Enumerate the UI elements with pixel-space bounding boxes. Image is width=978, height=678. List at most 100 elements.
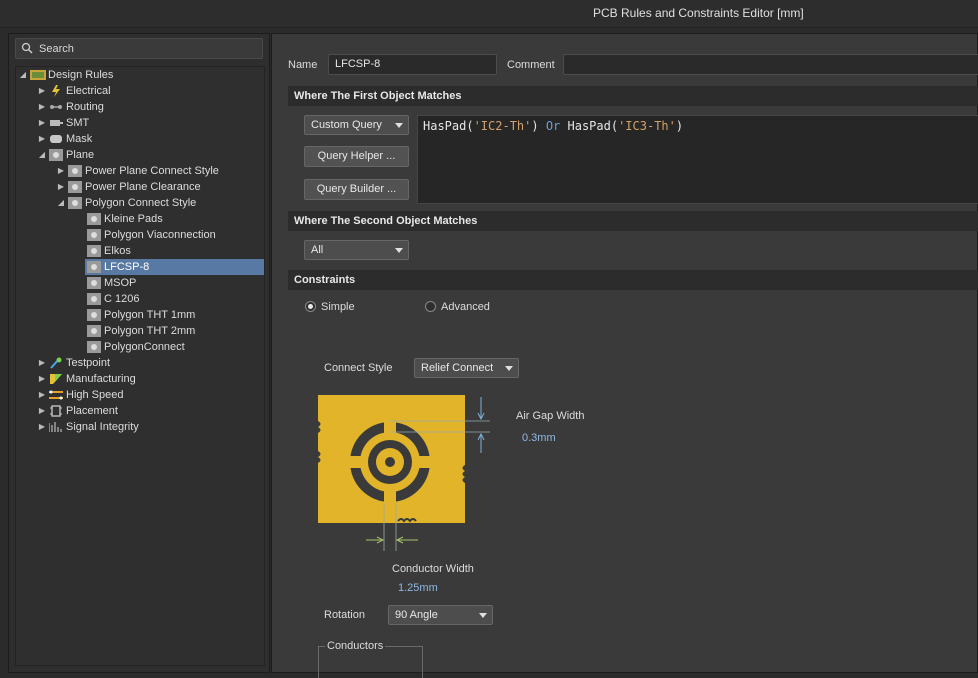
first-match-dropdown[interactable]: Custom Query xyxy=(304,115,409,135)
collapse-arrow-icon[interactable]: ◢ xyxy=(56,195,66,211)
connect-style-dropdown[interactable]: Relief Connect xyxy=(414,358,519,378)
tree-item-smt[interactable]: ▶ SMT xyxy=(16,115,264,131)
second-match-dropdown[interactable]: All xyxy=(304,240,409,260)
thermal-relief-diagram xyxy=(318,393,490,551)
conductor-width-label: Conductor Width xyxy=(392,563,474,575)
collapse-arrow-icon[interactable]: ◢ xyxy=(37,147,47,163)
tree-item-routing[interactable]: ▶ Routing xyxy=(16,99,264,115)
dropdown-value: 90 Angle xyxy=(395,609,438,621)
tree-item-rule[interactable]: Polygon THT 2mm xyxy=(16,323,264,339)
smt-icon xyxy=(50,120,63,126)
tree-label: Elkos xyxy=(104,245,131,257)
tree-label: Electrical xyxy=(66,85,111,97)
tree-item-manufacturing[interactable]: ▶ Manufacturing xyxy=(16,371,264,387)
tree-item-rule[interactable]: Polygon Viaconnection xyxy=(16,227,264,243)
tree-label: Manufacturing xyxy=(66,373,136,385)
name-field[interactable]: LFCSP-8 xyxy=(328,54,497,75)
tree-item-testpoint[interactable]: ▶ Testpoint xyxy=(16,355,264,371)
window-title: PCB Rules and Constraints Editor [mm] xyxy=(593,6,804,20)
dropdown-value: Custom Query xyxy=(311,119,382,131)
tree-item-polygon-connect-style[interactable]: ◢ Polygon Connect Style xyxy=(16,195,264,211)
expand-arrow-icon[interactable]: ▶ xyxy=(37,419,47,435)
expand-arrow-icon[interactable]: ▶ xyxy=(56,163,66,179)
expand-arrow-icon[interactable]: ▶ xyxy=(37,387,47,403)
tree-label: Power Plane Connect Style xyxy=(85,165,219,177)
expand-arrow-icon[interactable]: ▶ xyxy=(56,179,66,195)
rotation-dropdown[interactable]: 90 Angle xyxy=(388,605,493,625)
high-speed-icon xyxy=(49,390,63,400)
tree-label: SMT xyxy=(66,117,90,129)
air-gap-label: Air Gap Width xyxy=(516,410,585,422)
tree-item-rule[interactable]: Kleine Pads xyxy=(16,211,264,227)
rule-icon xyxy=(87,245,101,257)
tree-label: Placement xyxy=(66,405,118,417)
chevron-down-icon xyxy=(505,366,513,371)
tree-label: Routing xyxy=(66,101,104,113)
search-placeholder: Search xyxy=(39,43,74,55)
tree-item-power-plane-clearance[interactable]: ▶ Power Plane Clearance xyxy=(16,179,264,195)
tree-item-design-rules[interactable]: ◢ Design Rules xyxy=(16,67,264,83)
tree-label: LFCSP-8 xyxy=(104,261,150,273)
tree-item-rule[interactable]: Elkos xyxy=(16,243,264,259)
expand-arrow-icon[interactable]: ▶ xyxy=(37,371,47,387)
simple-radio[interactable] xyxy=(305,301,316,312)
name-label: Name xyxy=(288,59,318,71)
comment-label: Comment xyxy=(507,59,555,71)
conductors-label: Conductors xyxy=(325,640,386,652)
expand-arrow-icon[interactable]: ▶ xyxy=(37,83,47,99)
testpoint-icon xyxy=(50,357,62,369)
design-rules-icon xyxy=(30,70,46,80)
electrical-icon xyxy=(52,85,60,97)
second-object-header: Where The Second Object Matches xyxy=(288,211,978,231)
tree-item-mask[interactable]: ▶ Mask xyxy=(16,131,264,147)
tree-item-signal-integrity[interactable]: ▶ Signal Integrity xyxy=(16,419,264,435)
rules-tree: ◢ Design Rules ▶ Electrical ▶ Routing ▶ … xyxy=(15,66,265,666)
query-builder-button[interactable]: Query Builder ... xyxy=(304,179,409,200)
tree-item-electrical[interactable]: ▶ Electrical xyxy=(16,83,264,99)
plane-rule-icon xyxy=(68,181,82,193)
rule-icon xyxy=(87,341,101,353)
expand-arrow-icon[interactable]: ▶ xyxy=(37,99,47,115)
tree-label: PolygonConnect xyxy=(104,341,185,353)
expand-arrow-icon[interactable]: ▶ xyxy=(37,115,47,131)
tree-label: Plane xyxy=(66,149,95,161)
tree-label: Signal Integrity xyxy=(66,421,139,433)
expand-arrow-icon[interactable]: ▶ xyxy=(37,403,47,419)
query-text: HasPad( xyxy=(560,119,619,133)
tree-label: Testpoint xyxy=(66,357,111,369)
comment-field[interactable] xyxy=(563,54,978,75)
tree-item-rule[interactable]: PolygonConnect xyxy=(16,339,264,355)
query-string: 'IC2-Th' xyxy=(473,119,532,133)
tree-item-rule[interactable]: MSOP xyxy=(16,275,264,291)
rotation-label: Rotation xyxy=(324,609,365,621)
chevron-down-icon xyxy=(395,123,403,128)
expand-arrow-icon[interactable]: ▶ xyxy=(37,355,47,371)
rule-icon xyxy=(87,229,101,241)
tree-item-plane[interactable]: ◢ Plane xyxy=(16,147,264,163)
advanced-label: Advanced xyxy=(441,301,490,313)
chevron-down-icon xyxy=(479,613,487,618)
rules-tree-pane: Search ◢ Design Rules ▶ Electrical ▶ Rou… xyxy=(8,33,270,673)
query-helper-button[interactable]: Query Helper ... xyxy=(304,146,409,167)
air-gap-value[interactable]: 0.3mm xyxy=(522,432,556,444)
tree-label: High Speed xyxy=(66,389,124,401)
expand-arrow-icon[interactable]: ▶ xyxy=(37,131,47,147)
search-input[interactable]: Search xyxy=(15,38,263,59)
query-keyword: Or xyxy=(545,119,561,133)
tree-item-high-speed[interactable]: ▶ High Speed xyxy=(16,387,264,403)
tree-item-rule[interactable]: C 1206 xyxy=(16,291,264,307)
advanced-radio[interactable] xyxy=(425,301,436,312)
tree-label: Mask xyxy=(66,133,93,145)
query-editor[interactable]: HasPad('IC2-Th') Or HasPad('IC3-Th') xyxy=(417,115,978,204)
tree-label: Polygon THT 2mm xyxy=(104,325,196,337)
tree-item-power-plane-connect-style[interactable]: ▶ Power Plane Connect Style xyxy=(16,163,264,179)
collapse-arrow-icon[interactable]: ◢ xyxy=(18,67,28,83)
conductor-width-value[interactable]: 1.25mm xyxy=(398,582,438,594)
tree-item-rule-selected[interactable]: LFCSP-8 xyxy=(85,259,264,275)
dropdown-value: Relief Connect xyxy=(421,362,494,374)
rule-icon xyxy=(87,325,101,337)
tree-item-placement[interactable]: ▶ Placement xyxy=(16,403,264,419)
tree-item-rule[interactable]: Polygon THT 1mm xyxy=(16,307,264,323)
rule-icon xyxy=(87,309,101,321)
simple-label: Simple xyxy=(321,301,355,313)
